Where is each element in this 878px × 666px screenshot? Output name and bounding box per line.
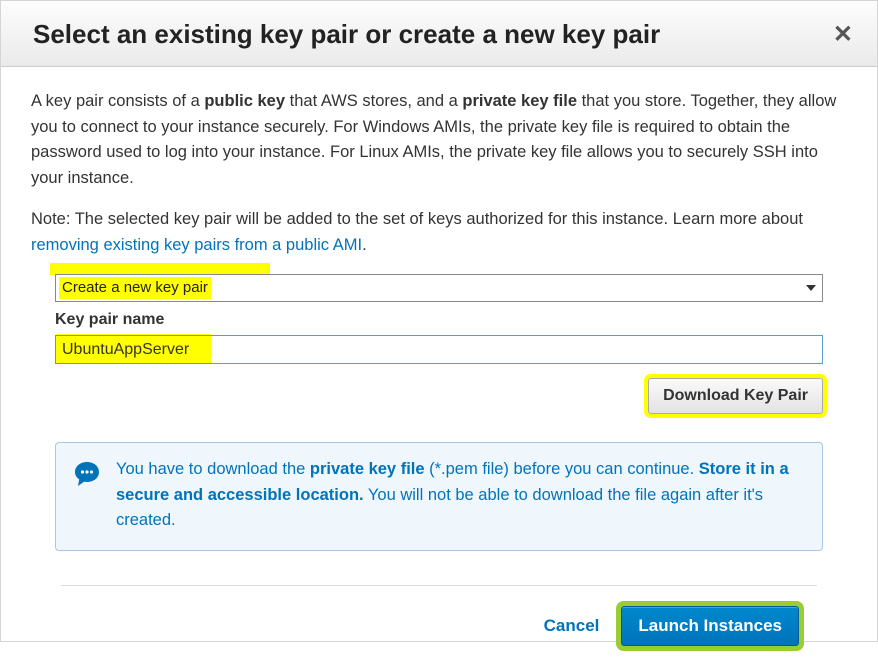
close-icon[interactable]: ✕ [833,23,853,47]
download-keypair-button[interactable]: Download Key Pair [648,378,823,414]
modal-body: A key pair consists of a public key that… [1,67,877,666]
modal-header: Select an existing key pair or create a … [1,1,877,67]
keypair-name-wrap [55,333,823,364]
chevron-down-icon [806,285,816,291]
info-alert: You have to download the private key fil… [55,442,823,551]
text: that AWS stores, and a [285,92,462,110]
form-area: Create a new key pair Key pair name Down… [31,274,847,550]
keypair-modal: Select an existing key pair or create a … [0,0,878,642]
text-bold: private key file [462,92,577,110]
text: A key pair consists of a [31,92,204,110]
keypair-name-label: Key pair name [55,308,823,333]
select-value: Create a new key pair [59,277,211,299]
text: You have to download the [116,460,310,478]
speech-bubble-icon [72,459,102,534]
keypair-name-input[interactable] [55,335,823,364]
info-text: You have to download the private key fil… [116,457,806,534]
keypair-action-select[interactable]: Create a new key pair [55,274,823,302]
cancel-button[interactable]: Cancel [544,613,600,639]
text-bold: public key [204,92,285,110]
text: (*.pem file) before you can continue. [425,460,699,478]
note-paragraph: Note: The selected key pair will be adde… [31,207,847,258]
download-row: Download Key Pair [55,378,823,414]
text: Note: The selected key pair will be adde… [31,210,803,228]
description-paragraph: A key pair consists of a public key that… [31,89,847,191]
remove-keypairs-link[interactable]: removing existing key pairs from a publi… [31,236,362,254]
text-bold: private key file [310,460,425,478]
modal-title: Select an existing key pair or create a … [33,19,660,50]
modal-footer: Cancel Launch Instances [61,585,817,666]
text: . [362,236,367,254]
launch-instances-button[interactable]: Launch Instances [621,606,799,646]
